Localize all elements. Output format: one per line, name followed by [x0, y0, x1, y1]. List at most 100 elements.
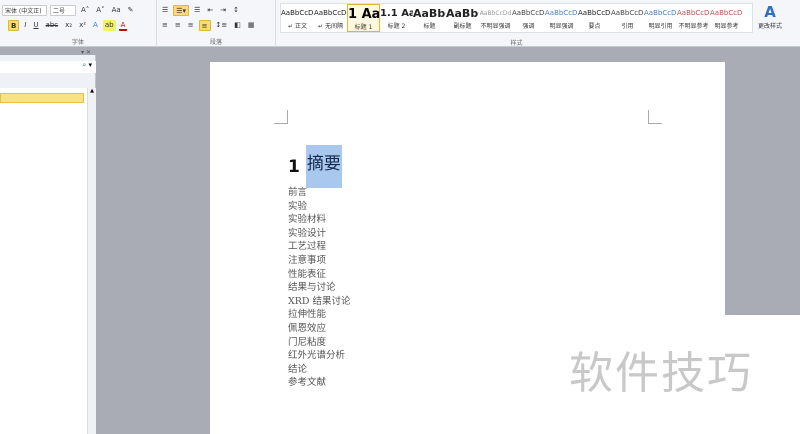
align-left-icon[interactable]: ≡	[160, 20, 170, 31]
multilevel-icon[interactable]: ☰	[192, 5, 202, 16]
styles-gallery: AaBbCcDd ↵ 正文 AaBbCcDd ↵ 无间隔 1 Aa 标题 1 1.1 Aa 标…	[280, 3, 753, 33]
section-item[interactable]: 实验设计	[288, 227, 351, 241]
style-label: 明显强调	[549, 23, 574, 30]
section-item[interactable]: 实验材料	[288, 213, 351, 227]
shading-icon[interactable]: ◧	[232, 20, 243, 31]
style-1[interactable]: AaBbCcDd ↵ 无间隔	[314, 4, 347, 32]
style-9[interactable]: AaBbCcDd 要点	[578, 4, 611, 32]
navigation-pane: ▾ ✕ ⌕ ▾ ▲	[0, 49, 96, 434]
margin-corner	[274, 110, 288, 124]
subscript-button[interactable]: x₂	[63, 20, 74, 31]
section-item[interactable]: 红外光谱分析	[288, 349, 351, 363]
strikethrough-button[interactable]: abc	[44, 20, 61, 31]
style-8[interactable]: AaBbCcDd 明显强调	[545, 4, 578, 32]
bold-button[interactable]: B	[8, 20, 20, 31]
style-2[interactable]: 1 Aa 标题 1	[347, 4, 380, 32]
heading-1[interactable]: 1 摘要	[288, 145, 342, 188]
section-item[interactable]: 性能表征	[288, 268, 351, 282]
change-styles-label: 更改样式	[757, 23, 782, 30]
style-preview: AaBbCcDd	[512, 9, 545, 17]
line-spacing-icon[interactable]: ↕≡	[214, 20, 230, 31]
clear-format-icon[interactable]: ✎	[126, 5, 136, 16]
section-item[interactable]: 注意事项	[288, 254, 351, 268]
align-center-icon[interactable]: ≡	[173, 20, 183, 31]
selected-heading-text[interactable]: 摘要	[305, 145, 342, 188]
margin-corner	[648, 110, 662, 124]
shrink-font-icon[interactable]: A˅	[94, 5, 106, 16]
style-preview: AaBbCcDd	[644, 9, 677, 17]
style-10[interactable]: AaBbCcDd 引用	[611, 4, 644, 32]
style-preview: AaBbCcDd	[314, 9, 347, 17]
increase-indent-icon[interactable]: ⇥	[218, 5, 228, 16]
superscript-button[interactable]: x²	[77, 20, 88, 31]
style-label: 不明显强调	[480, 23, 511, 30]
search-icon: ⌕	[82, 61, 87, 69]
search-input[interactable]: ⌕ ▾	[0, 61, 96, 73]
style-3[interactable]: 1.1 Aa 标题 2	[380, 4, 413, 32]
style-preview: AaBbCcDd	[479, 10, 512, 17]
section-item[interactable]: 门尼粘度	[288, 336, 351, 350]
section-item[interactable]: 佩恩效应	[288, 322, 351, 336]
change-case-icon[interactable]: Aa	[110, 5, 123, 16]
heading-list	[0, 88, 87, 434]
style-5[interactable]: AaBbC 副标题	[446, 4, 479, 32]
section-item[interactable]: 参考文献	[288, 376, 351, 390]
style-4[interactable]: AaBbC 标题	[413, 4, 446, 32]
style-label: 强调	[522, 23, 535, 30]
watermark: 软件技巧	[555, 315, 800, 434]
scrollbar[interactable]: ▲	[87, 88, 96, 434]
close-pane-icon[interactable]: ▾ ✕	[81, 49, 91, 56]
style-label: ↵ 正文	[288, 23, 307, 30]
italic-button[interactable]: I	[22, 20, 28, 31]
style-label: 不明显参考	[678, 23, 709, 30]
section-item[interactable]: 结果与讨论	[288, 281, 351, 295]
font-color-icon[interactable]: A	[118, 20, 128, 31]
section-list: 前言 实验 实验材料 实验设计 工艺过程 注意事项 性能表征 结果与讨论 XRD 结果讨论 拉伸性…	[288, 186, 351, 390]
bullets-icon[interactable]: ☰	[160, 5, 170, 16]
style-11[interactable]: AaBbCcDd 明显引用	[644, 4, 677, 32]
text-effect-icon[interactable]: A	[91, 20, 100, 31]
paragraph-group: ☰ ☰▾ ☰ ⇤ ⇥ ↕ ≡ ≡ ≡ ≡ ↕≡ ◧ ▦ 段落	[157, 0, 276, 47]
style-0[interactable]: AaBbCcDd ↵ 正文	[281, 4, 314, 32]
style-label: 明显参考	[714, 23, 739, 30]
change-styles-button[interactable]: A 更改样式	[757, 3, 783, 30]
styles-group-label: 样式	[510, 40, 523, 47]
style-preview: AaBbCcDd	[710, 9, 743, 17]
style-preview: AaBbCcDd	[677, 9, 710, 17]
grow-font-icon[interactable]: A˄	[79, 5, 91, 16]
section-item[interactable]: 前言	[288, 186, 351, 200]
decrease-indent-icon[interactable]: ⇤	[205, 5, 215, 16]
style-label: 标题	[423, 23, 436, 30]
highlight-icon[interactable]: ab	[102, 20, 116, 31]
style-13[interactable]: AaBbCcDd 明显参考	[710, 4, 743, 32]
style-preview: AaBbC	[413, 7, 446, 20]
selected-heading-item[interactable]	[0, 93, 84, 103]
style-label: 副标题	[453, 23, 472, 30]
section-item[interactable]: 实验	[288, 200, 351, 214]
font-group-label: 字体	[71, 39, 84, 46]
underline-button[interactable]: U	[31, 20, 40, 31]
font-size-select[interactable]: 二号	[50, 5, 76, 16]
style-label: 引用	[621, 23, 634, 30]
section-item[interactable]: 拉伸性能	[288, 308, 351, 322]
style-preview: AaBbCcDd	[545, 9, 578, 17]
border-icon[interactable]: ▦	[246, 20, 257, 31]
font-name-select[interactable]: 宋体 (中文正)	[2, 5, 47, 16]
style-6[interactable]: AaBbCcDd 不明显强调	[479, 4, 512, 32]
style-label: 要点	[588, 23, 601, 30]
section-item[interactable]: 工艺过程	[288, 240, 351, 254]
sort-icon[interactable]: ↕	[231, 5, 241, 16]
style-12[interactable]: AaBbCcDd 不明显参考	[677, 4, 710, 32]
style-preview: 1.1 Aa	[380, 8, 413, 19]
ribbon: 宋体 (中文正) 二号 A˄ A˅ Aa ✎ B I U abc x₂ x² A…	[0, 0, 800, 47]
style-preview: AaBbCcDd	[611, 9, 644, 17]
style-7[interactable]: AaBbCcDd 强调	[512, 4, 545, 32]
section-item[interactable]: 结论	[288, 363, 351, 377]
numbering-icon[interactable]: ☰▾	[173, 5, 190, 16]
align-right-icon[interactable]: ≡	[186, 20, 196, 31]
justify-icon[interactable]: ≡	[198, 20, 211, 31]
section-item[interactable]: XRD 结果讨论	[288, 295, 351, 309]
style-label: 标题 1	[354, 24, 373, 31]
style-preview: 1 Aa	[348, 7, 380, 22]
style-label: ↵ 无间隔	[318, 23, 343, 30]
